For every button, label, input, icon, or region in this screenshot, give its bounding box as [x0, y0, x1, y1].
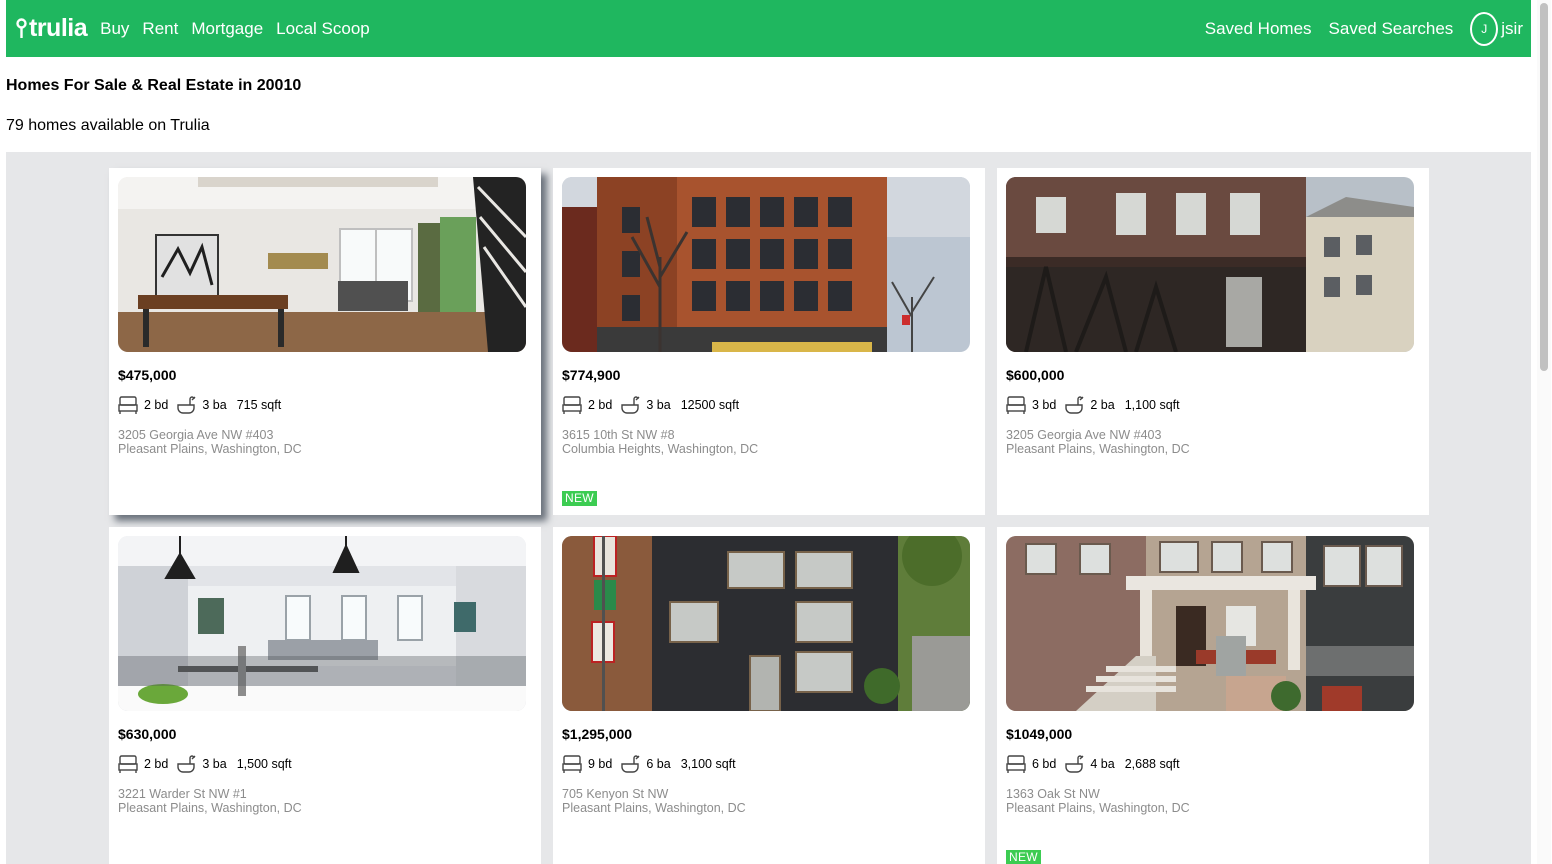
listing-address: 3615 10th St NW #8 Columbia Heights, Was…	[562, 428, 758, 456]
neighborhood: Pleasant Plains, Washington, DC	[562, 801, 746, 815]
listing-card[interactable]: $774,900 2 bd 3 ba 12500 sqft 3615 10th …	[553, 168, 985, 515]
bed-icon	[118, 395, 138, 415]
street-address: 3205 Georgia Ave NW #403	[1006, 428, 1162, 442]
account-nav: Saved Homes Saved Searches J jsir	[1188, 11, 1531, 46]
baths-count: 4 ba	[1090, 757, 1115, 771]
square-feet: 1,100 sqft	[1124, 398, 1180, 412]
listing-price: $774,900	[562, 367, 621, 383]
street-address: 3615 10th St NW #8	[562, 428, 675, 442]
square-feet: 12500 sqft	[680, 398, 740, 412]
beds-count: 3 bd	[1032, 398, 1057, 412]
bed-icon	[1006, 395, 1026, 415]
beds-count: 2 bd	[144, 398, 169, 412]
scrollbar-thumb[interactable]	[1540, 3, 1548, 371]
nav-mortgage-link[interactable]: Mortgage	[191, 19, 263, 39]
saved-homes-link[interactable]: Saved Homes	[1205, 19, 1312, 39]
listing-address: 1363 Oak St NW Pleasant Plains, Washingt…	[1006, 787, 1190, 815]
square-feet: 715 sqft	[236, 398, 282, 412]
listing-price: $600,000	[1006, 367, 1065, 383]
bed-icon	[562, 754, 582, 774]
listing-address: 705 Kenyon St NW Pleasant Plains, Washin…	[562, 787, 746, 815]
baths-count: 3 ba	[202, 398, 227, 412]
trulia-logo[interactable]: trulia	[16, 14, 88, 43]
new-badge: NEW	[562, 491, 597, 506]
street-address: 3205 Georgia Ave NW #403	[118, 428, 274, 442]
street-address: 1363 Oak St NW	[1006, 787, 1100, 801]
nav-local-scoop-link[interactable]: Local Scoop	[276, 19, 370, 39]
listings-grid: $475,000 2 bd 3 ba 715 sqft 3205 Georgia…	[6, 152, 1531, 864]
bed-icon	[118, 754, 138, 774]
square-feet: 2,688 sqft	[1124, 757, 1180, 771]
bed-icon	[1006, 754, 1026, 774]
main-nav: Buy Rent Mortgage Local Scoop	[100, 19, 383, 39]
username: jsir	[1501, 18, 1523, 38]
baths-count: 2 ba	[1090, 398, 1115, 412]
listing-specs: 9 bd 6 ba 3,100 sqft	[562, 754, 736, 774]
bath-icon	[620, 754, 640, 774]
listing-specs: 2 bd 3 ba 715 sqft	[118, 395, 281, 415]
bath-icon	[176, 754, 196, 774]
logo-text: trulia	[29, 14, 88, 42]
listing-card[interactable]: $630,000 2 bd 3 ba 1,500 sqft 3221 Warde…	[109, 527, 541, 864]
listing-photo[interactable]	[1006, 177, 1414, 352]
listing-photo[interactable]	[1006, 536, 1414, 711]
nav-rent-link[interactable]: Rent	[142, 19, 178, 39]
listing-price: $1,295,000	[562, 726, 633, 742]
bath-icon	[1064, 395, 1084, 415]
baths-count: 6 ba	[646, 757, 671, 771]
beds-count: 2 bd	[144, 757, 169, 771]
avatar: J	[1470, 11, 1499, 46]
map-pin-icon	[16, 18, 27, 38]
neighborhood: Pleasant Plains, Washington, DC	[118, 801, 302, 815]
baths-count: 3 ba	[202, 757, 227, 771]
neighborhood: Pleasant Plains, Washington, DC	[1006, 442, 1190, 456]
neighborhood: Columbia Heights, Washington, DC	[562, 442, 759, 456]
nav-buy-link[interactable]: Buy	[100, 19, 129, 39]
listing-photo[interactable]	[118, 177, 526, 352]
listing-address: 3221 Warder St NW #1 Pleasant Plains, Wa…	[118, 787, 302, 815]
listing-card[interactable]: $1,295,000 9 bd 6 ba 3,100 sqft 705 Keny…	[553, 527, 985, 864]
listing-address: 3205 Georgia Ave NW #403 Pleasant Plains…	[1006, 428, 1190, 456]
listing-specs: 3 bd 2 ba 1,100 sqft	[1006, 395, 1180, 415]
bath-icon	[620, 395, 640, 415]
listing-address: 3205 Georgia Ave NW #403 Pleasant Plains…	[118, 428, 302, 456]
neighborhood: Pleasant Plains, Washington, DC	[1006, 801, 1190, 815]
listing-card[interactable]: $475,000 2 bd 3 ba 715 sqft 3205 Georgia…	[109, 168, 541, 515]
listing-specs: 2 bd 3 ba 12500 sqft	[562, 395, 739, 415]
bath-icon	[176, 395, 196, 415]
neighborhood: Pleasant Plains, Washington, DC	[118, 442, 302, 456]
beds-count: 9 bd	[588, 757, 613, 771]
bed-icon	[562, 395, 582, 415]
street-address: 705 Kenyon St NW	[562, 787, 669, 801]
listing-price: $630,000	[118, 726, 177, 742]
results-count: 79 homes available on Trulia	[6, 117, 210, 134]
user-menu[interactable]: J jsir	[1470, 11, 1523, 46]
listing-price: $1049,000	[1006, 726, 1073, 742]
page-title: Homes For Sale & Real Estate in 20010	[6, 77, 302, 94]
listing-specs: 2 bd 3 ba 1,500 sqft	[118, 754, 292, 774]
listing-card[interactable]: $600,000 3 bd 2 ba 1,100 sqft 3205 Georg…	[997, 168, 1429, 515]
beds-count: 6 bd	[1032, 757, 1057, 771]
square-feet: 1,500 sqft	[236, 757, 292, 771]
baths-count: 3 ba	[646, 398, 671, 412]
square-feet: 3,100 sqft	[680, 757, 736, 771]
beds-count: 2 bd	[588, 398, 613, 412]
listing-card[interactable]: $1049,000 6 bd 4 ba 2,688 sqft 1363 Oak …	[997, 527, 1429, 864]
listing-price: $475,000	[118, 367, 177, 383]
listing-photo[interactable]	[562, 536, 970, 711]
street-address: 3221 Warder St NW #1	[118, 787, 247, 801]
listing-specs: 6 bd 4 ba 2,688 sqft	[1006, 754, 1180, 774]
listing-photo[interactable]	[118, 536, 526, 711]
page-scrollbar[interactable]	[1537, 0, 1551, 864]
top-navbar: trulia Buy Rent Mortgage Local Scoop Sav…	[6, 0, 1531, 57]
saved-searches-link[interactable]: Saved Searches	[1329, 19, 1454, 39]
bath-icon	[1064, 754, 1084, 774]
listing-photo[interactable]	[562, 177, 970, 352]
new-badge: NEW	[1006, 850, 1041, 864]
